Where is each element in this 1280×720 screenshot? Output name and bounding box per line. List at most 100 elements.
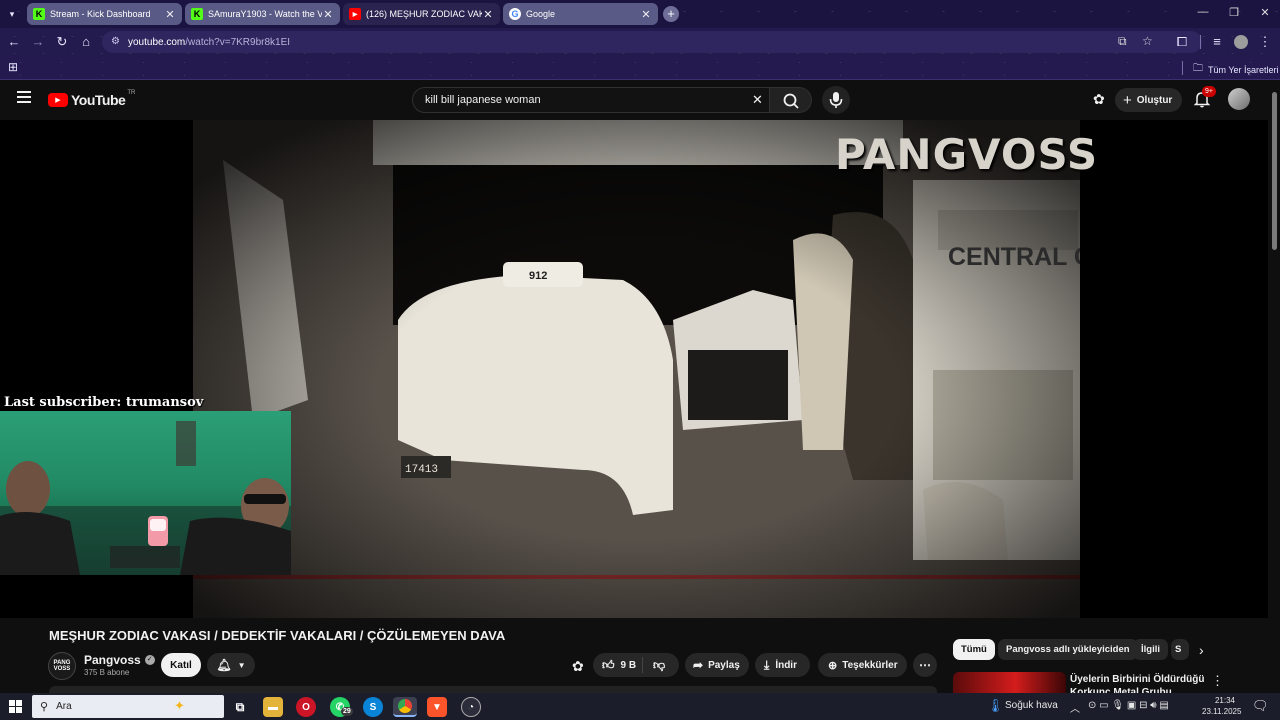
minimize-icon[interactable]: — — [1193, 6, 1213, 18]
share-button[interactable]: ➦ Paylaş — [685, 653, 749, 677]
browser-tab-bar: ▾ K Stream - Kick Dashboard ✕ K SAmuraY1… — [0, 0, 1280, 28]
new-tab-button[interactable]: + — [663, 6, 679, 22]
notifications-badge: 9+ — [1202, 86, 1216, 97]
skype-icon[interactable]: S — [363, 697, 383, 717]
bookmark-star-icon[interactable]: ☆ — [1142, 34, 1153, 48]
recommendation-thumbnail[interactable] — [953, 672, 1066, 693]
tab-title: SAmuraY1903 - Watch the VOD — [208, 9, 322, 19]
subscribed-bell-button[interactable]: 🔔︎ ▼ — [207, 653, 255, 677]
last-subscriber-overlay: Last subscriber: trumansov — [4, 395, 204, 410]
chip-label: Pangvoss adlı yükleyiciden — [1006, 644, 1130, 655]
url-path: /watch?v=7KR9br8k1EI — [185, 36, 291, 48]
hamburger-menu-icon[interactable] — [17, 91, 31, 103]
gift-icon[interactable]: ✿ — [572, 658, 584, 675]
task-view-icon[interactable]: ⧉ — [230, 697, 250, 717]
channel-name[interactable]: Pangvoss — [84, 653, 141, 667]
channel-avatar[interactable]: PANG VOSS — [48, 652, 76, 680]
tab-kick-vod[interactable]: K SAmuraY1903 - Watch the VOD ✕ — [185, 3, 340, 25]
thumbs-up-icon: 👍︎ — [602, 657, 615, 672]
tray-icons[interactable]: ⊙ ▭ 🎙︎ ▣ ⊟ 🔊︎ ▤ — [1088, 700, 1169, 711]
search-icon: ⚲ — [40, 701, 49, 713]
media-controls-icon[interactable]: ≡ — [1209, 34, 1225, 50]
chrome-icon[interactable] — [393, 697, 417, 717]
join-button[interactable]: Katıl — [161, 653, 201, 677]
opera-icon[interactable]: O — [296, 697, 316, 717]
weather-text[interactable]: Soğuk hava — [1005, 700, 1058, 711]
region-code: TR — [127, 90, 136, 96]
tab-google[interactable]: G Google ✕ — [503, 3, 658, 25]
webcam-image — [0, 421, 291, 575]
youtube-play-icon: ▶ — [48, 93, 68, 107]
clock-date[interactable]: 23.11.2025 — [1202, 707, 1241, 716]
close-icon[interactable]: ✕ — [640, 8, 652, 21]
home-icon[interactable]: ⌂ — [78, 34, 94, 50]
scrollbar-thumb[interactable] — [1272, 92, 1277, 250]
premium-gift-icon[interactable]: ✿ — [1093, 91, 1105, 108]
search-input[interactable]: kill bill japanese woman ✕ — [412, 87, 770, 113]
chip-all[interactable]: Tümü — [953, 639, 995, 660]
video-frame[interactable]: CENTRAL CITY 912 17413 PANGVOSS — [193, 120, 1131, 618]
toolbar-divider — [1200, 35, 1201, 49]
youtube-logo-text: YouTube — [71, 92, 126, 108]
search-button[interactable] — [770, 87, 812, 113]
like-button[interactable]: 👍︎ 9 B — [593, 657, 643, 673]
extensions-icon[interactable]: ⧠ — [1174, 34, 1190, 50]
close-icon[interactable]: ✕ — [322, 8, 334, 21]
browser-menu-icon[interactable]: ⋮ — [1257, 34, 1273, 50]
chevron-right-icon[interactable]: › — [1199, 642, 1204, 658]
channel-name-row[interactable]: Pangvoss ✓ — [84, 653, 155, 667]
forward-icon[interactable]: → — [30, 34, 46, 50]
window-close-icon[interactable]: ✕ — [1255, 6, 1275, 19]
kick-icon: K — [33, 8, 45, 20]
youtube-logo[interactable]: ▶ YouTube TR — [48, 90, 136, 108]
notification-center-icon[interactable]: 🗨︎ — [1252, 698, 1269, 714]
tab-search-chevron-icon[interactable]: ▾ — [4, 6, 20, 22]
app-icon[interactable]: ◔ — [461, 697, 481, 717]
more-actions-button[interactable]: ⋯ — [913, 653, 937, 677]
like-count: 9 B — [620, 659, 637, 671]
plus-icon: + — [1123, 91, 1132, 109]
taxi-number-text: 912 — [529, 270, 547, 282]
voice-search-button[interactable] — [822, 86, 850, 114]
apps-grid-icon[interactable]: ⊞ — [8, 60, 18, 74]
recommendation-title[interactable]: Üyelerin Birbirini Öldürdüğü — [1070, 674, 1204, 685]
profile-avatar-icon[interactable] — [1234, 35, 1248, 49]
account-avatar[interactable] — [1228, 88, 1250, 110]
tray-chevron-up-icon[interactable]: ︿ — [1070, 700, 1080, 715]
address-bar[interactable]: ⚙ youtube.com/watch?v=7KR9br8k1EI ⧉ ☆ — [102, 31, 1202, 53]
reload-icon[interactable]: ↻ — [54, 34, 70, 50]
download-button[interactable]: ⤓ İndir — [755, 653, 810, 677]
file-explorer-icon[interactable]: ▬ — [263, 697, 283, 717]
chip-related[interactable]: İlgili — [1133, 639, 1168, 660]
tab-kick-dashboard[interactable]: K Stream - Kick Dashboard ✕ — [27, 3, 182, 25]
whatsapp-icon[interactable]: ✆ 29 — [330, 697, 353, 717]
all-bookmarks-label: Tüm Yer İşaretleri — [1208, 64, 1279, 75]
license-plate-text: 17413 — [405, 464, 438, 476]
clock-time[interactable]: 21:34 — [1205, 696, 1235, 705]
close-icon[interactable]: ✕ — [164, 8, 176, 21]
close-icon[interactable]: ✕ — [482, 8, 494, 21]
taskbar-search-input[interactable]: ⚲ Ara ✦ — [32, 695, 224, 718]
page-scrollbar[interactable] — [1268, 80, 1280, 693]
building-sign-text: CENTRAL CITY — [948, 243, 1080, 271]
all-bookmarks-button[interactable]: 🗀 Tüm Yer İşaretleri — [1193, 61, 1279, 78]
description-box[interactable] — [49, 686, 937, 693]
thanks-button[interactable]: ⊕ Teşekkürler — [818, 653, 907, 677]
chip-truncated[interactable]: S — [1171, 639, 1189, 660]
back-icon[interactable]: ← — [6, 34, 22, 50]
install-app-icon[interactable]: ⧉ — [1118, 34, 1127, 49]
video-player[interactable]: CENTRAL CITY 912 17413 PANGVOSS Last sub… — [0, 120, 1268, 618]
chip-from-uploader[interactable]: Pangvoss adlı yükleyiciden — [998, 639, 1138, 660]
site-info-icon[interactable]: ⚙ — [111, 36, 120, 47]
notifications-button[interactable]: 9+ — [1193, 86, 1216, 108]
video-title: MEŞHUR ZODIAC VAKASI / DEDEKTİF VAKALARI… — [49, 628, 506, 643]
windows-start-icon[interactable] — [9, 700, 22, 713]
brave-icon[interactable]: ▼ — [427, 697, 447, 717]
create-button[interactable]: + Oluştur — [1115, 88, 1182, 112]
tab-youtube-video[interactable]: ▶ (126) MEŞHUR ZODIAC VAKASI ✕ — [343, 3, 500, 25]
bell-icon: 🔔︎ — [216, 658, 232, 672]
restore-icon[interactable]: ❐ — [1224, 6, 1244, 19]
recommendation-menu-icon[interactable]: ⋮ — [1211, 673, 1224, 689]
dislike-button[interactable]: 👎︎ — [643, 658, 665, 673]
clear-search-icon[interactable]: ✕ — [752, 92, 763, 108]
